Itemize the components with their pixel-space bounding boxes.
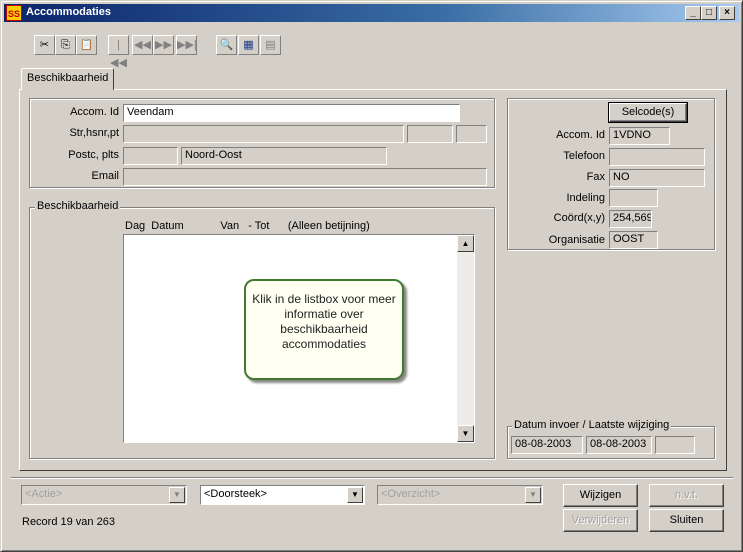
app-icon: SS — [6, 5, 22, 21]
copy-icon[interactable]: ⎘ — [55, 35, 76, 55]
accom-id-field[interactable]: Veendam — [123, 104, 460, 122]
actie-combo-value: <Actie> — [25, 488, 63, 500]
last-record-icon[interactable]: ▶▶| — [176, 35, 197, 55]
first-record-icon[interactable]: |◀◀ — [108, 35, 129, 69]
overzicht-chevron-down-icon[interactable]: ▼ — [525, 487, 541, 503]
place-field[interactable]: Noord-Oost — [181, 147, 387, 165]
listbox-scrollbar[interactable]: ▲ ▼ — [457, 235, 474, 442]
telefoon-label: Telefoon — [563, 150, 605, 162]
minimize-button[interactable]: _ — [685, 6, 701, 20]
doorsteek-chevron-down-icon[interactable]: ▼ — [347, 487, 363, 503]
next-record-icon[interactable]: ▶▶ — [153, 35, 174, 55]
paste-icon[interactable]: 📋 — [76, 35, 97, 55]
fax-field[interactable]: NO — [609, 169, 705, 187]
coord-field[interactable]: 254,569 — [609, 210, 652, 228]
date-extra-field[interactable] — [655, 436, 695, 454]
selcode-button[interactable]: Selcode(s) — [608, 102, 688, 123]
sluiten-button[interactable]: Sluiten — [649, 509, 724, 532]
wijzigen-button[interactable]: Wijzigen — [563, 484, 638, 507]
availability-columns-header: Dag Datum Van - Tot (Alleen betijning) — [125, 220, 370, 232]
form-icon[interactable]: ▤ — [260, 35, 281, 55]
grid-icon[interactable]: ▦ — [238, 35, 259, 55]
accom-id-label: Accom. Id — [70, 106, 119, 118]
tab-beschikbaarheid[interactable]: Beschikbaarheid — [21, 68, 114, 90]
street-field[interactable] — [123, 125, 404, 143]
dates-legend: Datum invoer / Laatste wijziging — [512, 419, 672, 431]
detail-accom-id-field[interactable]: 1VDNO — [609, 127, 670, 145]
window-title: Accommodaties — [26, 6, 111, 18]
verwijderen-button[interactable]: Verwijderen — [563, 509, 638, 532]
nvt-button[interactable]: n.v.t. — [649, 484, 724, 507]
doorsteek-combo[interactable]: <Doorsteek> ▼ — [200, 485, 365, 505]
scroll-down-icon[interactable]: ▼ — [457, 425, 474, 442]
title-bar[interactable]: SS Accommodaties _ □ × — [4, 4, 739, 22]
fax-label: Fax — [586, 171, 605, 183]
overzicht-combo-value: <Overzicht> — [381, 488, 441, 500]
bottom-separator — [11, 477, 733, 479]
street-label: Str,hsnr,pt — [69, 127, 119, 139]
close-button[interactable]: × — [719, 6, 735, 20]
date-wijziging-field[interactable]: 08-08-2003 — [586, 436, 652, 454]
help-callout: Klik in de listbox voor meer informatie … — [244, 279, 404, 380]
actie-combo[interactable]: <Actie> ▼ — [21, 485, 187, 505]
date-invoer-field[interactable]: 08-08-2003 — [511, 436, 583, 454]
coord-label: Coörd(x,y) — [553, 212, 605, 224]
indeling-field[interactable] — [609, 189, 658, 207]
cut-icon[interactable]: ✂ — [34, 35, 55, 55]
record-status: Record 19 van 263 — [22, 516, 115, 528]
postcode-label: Postc, plts — [68, 149, 119, 161]
telefoon-field[interactable] — [609, 148, 705, 166]
email-field[interactable] — [123, 168, 487, 186]
house-suffix-field[interactable] — [456, 125, 487, 143]
email-label: Email — [91, 170, 119, 182]
postcode-field[interactable] — [123, 147, 178, 165]
overzicht-combo[interactable]: <Overzicht> ▼ — [377, 485, 543, 505]
detail-accom-id-label: Accom. Id — [556, 129, 605, 141]
indeling-label: Indeling — [566, 192, 605, 204]
scroll-up-icon[interactable]: ▲ — [457, 235, 474, 252]
organisatie-field[interactable]: OOST — [609, 231, 658, 249]
actie-chevron-down-icon[interactable]: ▼ — [169, 487, 185, 503]
prev-record-icon[interactable]: ◀◀ — [132, 35, 153, 55]
organisatie-label: Organisatie — [548, 234, 605, 246]
house-number-field[interactable] — [407, 125, 453, 143]
accommodaties-window: SS Accommodaties _ □ × ✂ ⎘ 📋 |◀◀ ◀◀ ▶▶ ▶… — [0, 0, 743, 552]
doorsteek-combo-value: <Doorsteek> — [204, 488, 267, 500]
search-icon[interactable]: 🔍 — [216, 35, 237, 55]
availability-legend: Beschikbaarheid — [35, 200, 121, 212]
maximize-button[interactable]: □ — [701, 6, 717, 20]
